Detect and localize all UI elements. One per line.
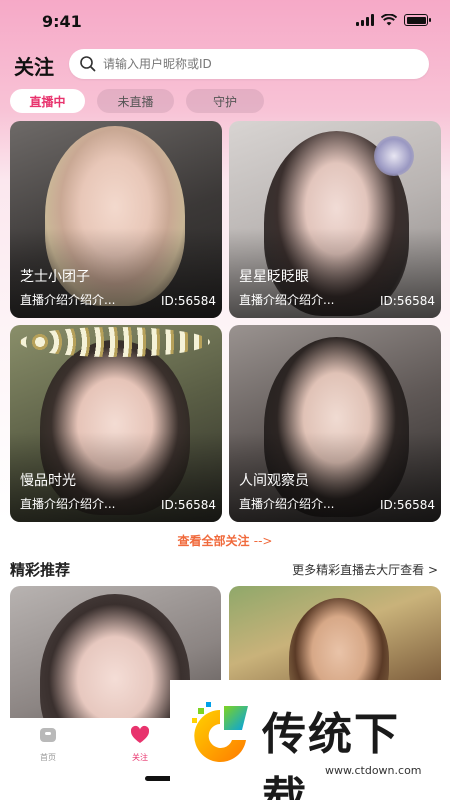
battery-icon	[404, 14, 431, 26]
header: 关注	[0, 48, 450, 80]
streamer-id: ID:56584	[161, 294, 216, 308]
stream-intro: 直播介绍介绍介...	[20, 293, 116, 307]
more-live-link[interactable]: 更多精彩直播去大厅查看 >	[292, 561, 438, 578]
streamer-id: ID:56584	[380, 294, 435, 308]
tab-guard[interactable]: 守护	[186, 89, 264, 113]
section-title: 精彩推荐	[10, 561, 71, 579]
stream-intro: 直播介绍介绍介...	[20, 497, 116, 511]
flower-decoration	[374, 136, 414, 176]
live-card[interactable]: 人间观察员 直播介绍介绍介... ID:56584	[229, 325, 441, 522]
wifi-icon	[381, 14, 397, 26]
heart-icon	[130, 725, 150, 743]
nav-following-label: 关注	[132, 753, 148, 762]
nav-following[interactable]: 关注	[110, 724, 170, 763]
streamer-name: 星星眨眨眼	[239, 269, 309, 285]
page-title: 关注	[14, 55, 54, 79]
see-all-label: 查看全部关注	[177, 534, 250, 548]
status-time: 9:41	[42, 12, 82, 31]
streamer-name: 芝士小团子	[20, 269, 90, 285]
recommend-card[interactable]	[229, 586, 441, 686]
stream-intro: 直播介绍介绍介...	[239, 293, 335, 307]
live-card[interactable]: 星星眨眨眼 直播介绍介绍介... ID:56584	[229, 121, 441, 318]
search-icon	[80, 56, 96, 72]
live-card[interactable]: 芝士小团子 直播介绍介绍介... ID:56584	[10, 121, 222, 318]
streamer-id: ID:56584	[161, 498, 216, 512]
status-icons	[356, 14, 431, 26]
nav-home[interactable]: 首页	[18, 724, 78, 763]
streamer-id: ID:56584	[380, 498, 435, 512]
tab-offline[interactable]: 未直播	[97, 89, 174, 113]
search-box[interactable]	[69, 49, 429, 79]
brand-text: 传统下载	[262, 709, 400, 800]
nav-home-label: 首页	[40, 753, 56, 762]
stream-intro: 直播介绍介绍介...	[239, 497, 335, 511]
search-input[interactable]	[103, 49, 413, 79]
status-bar: 9:41	[0, 0, 450, 44]
live-card[interactable]: 慢品时光 直播介绍介绍介... ID:56584	[10, 325, 222, 522]
brand-logo-icon	[192, 702, 248, 762]
brand-url: www.ctdown.com	[325, 764, 422, 777]
streamer-name: 慢品时光	[20, 473, 76, 489]
home-icon	[40, 728, 56, 742]
flower-crown	[20, 327, 210, 357]
streamer-name: 人间观察员	[239, 473, 309, 489]
tab-live[interactable]: 直播中	[10, 89, 85, 113]
watermark: 传统下载 www.ctdown.com	[170, 680, 445, 800]
see-all-following-link[interactable]: 查看全部关注 -->	[0, 532, 450, 549]
arrow-right-icon: -->	[253, 534, 273, 548]
signal-icon	[356, 14, 374, 26]
tab-bar: 直播中 未直播 守护	[10, 89, 264, 113]
